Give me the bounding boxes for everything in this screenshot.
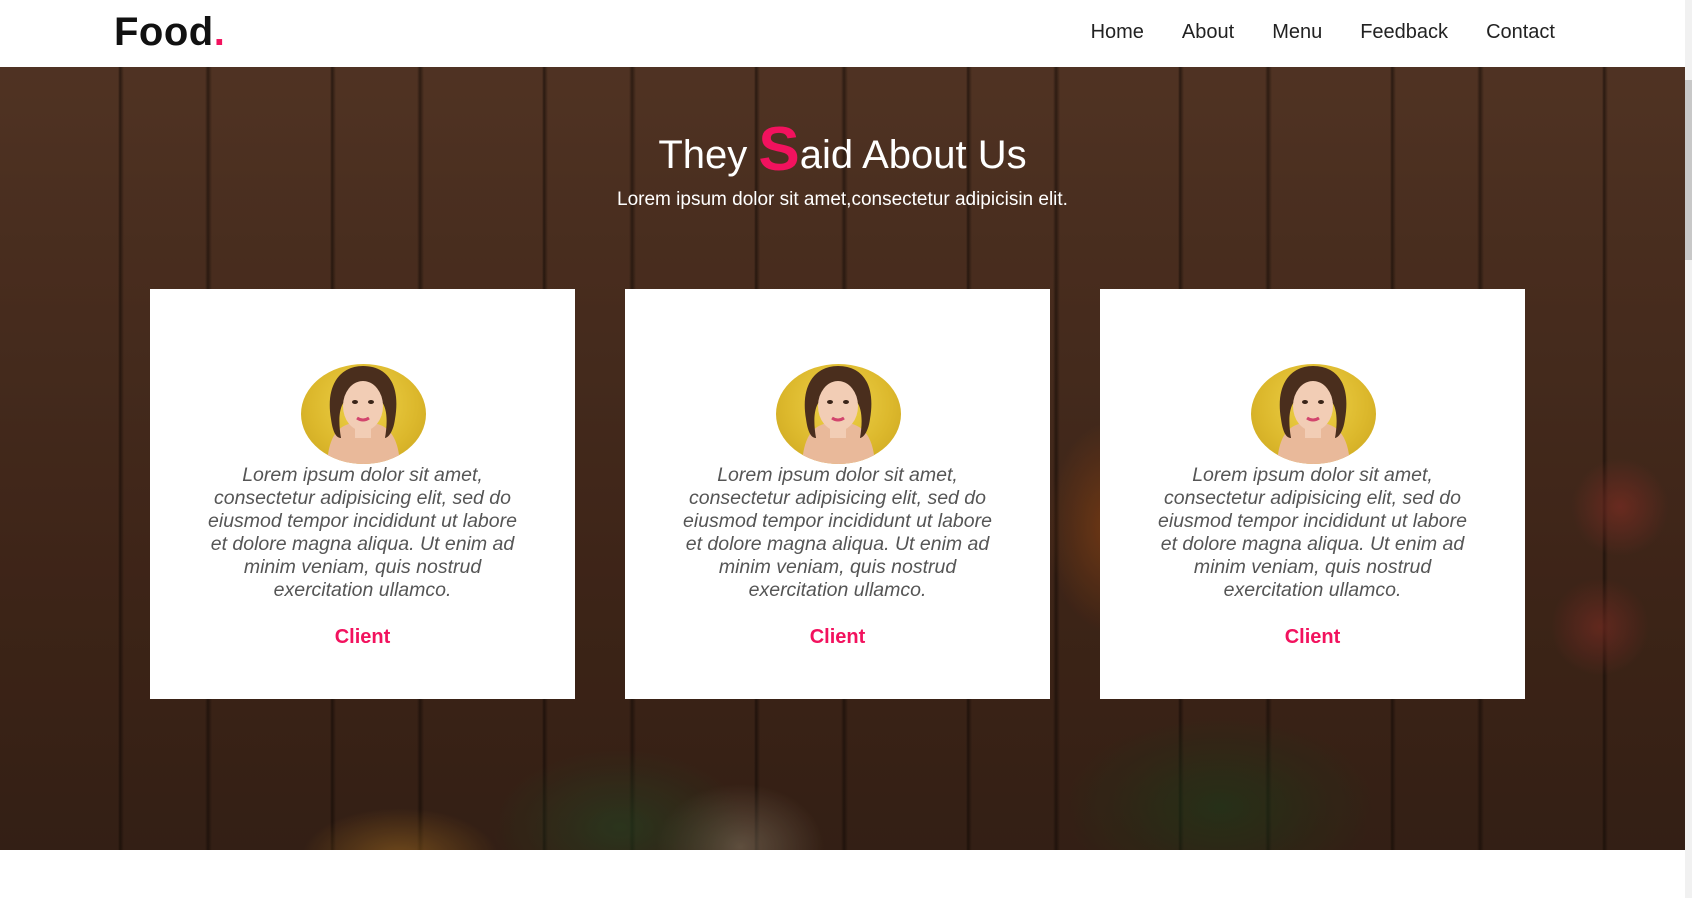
- brand-text: Food: [114, 10, 214, 54]
- avatar: [776, 364, 901, 464]
- scrollbar-thumb[interactable]: [1685, 80, 1692, 260]
- avatar-portrait-icon: [802, 366, 875, 464]
- title-accent-letter: S: [758, 115, 800, 184]
- navbar: Food. Home About Menu Feedback Contact: [0, 0, 1685, 67]
- testimonial-quote: Lorem ipsum dolor sit amet, consectetur …: [683, 464, 992, 601]
- testimonial-card: Lorem ipsum dolor sit amet, consectetur …: [625, 289, 1050, 699]
- testimonial-client-name: Client: [809, 626, 866, 648]
- page-scrollbar[interactable]: [1685, 0, 1692, 898]
- brand-dot: .: [213, 10, 226, 54]
- nav-menu[interactable]: Menu: [1272, 20, 1322, 44]
- section-title: They Said About Us: [0, 119, 1685, 181]
- testimonial-quote: Lorem ipsum dolor sit amet, consectetur …: [208, 464, 517, 601]
- nav-home[interactable]: Home: [1091, 20, 1144, 44]
- testimonial-card: Lorem ipsum dolor sit amet, consectetur …: [150, 289, 575, 699]
- section-subtitle: Lorem ipsum dolor sit amet,consectetur a…: [617, 189, 1068, 210]
- avatar: [301, 364, 426, 464]
- nav-contact[interactable]: Contact: [1486, 20, 1555, 44]
- nav-about[interactable]: About: [1182, 20, 1234, 44]
- testimonials-section: They Said About Us Lorem ipsum dolor sit…: [0, 67, 1685, 850]
- testimonial-card: Lorem ipsum dolor sit amet, consectetur …: [1100, 289, 1525, 699]
- title-before: They: [658, 133, 759, 177]
- nav-links: Home About Menu Feedback Contact: [1053, 20, 1555, 44]
- testimonial-quote: Lorem ipsum dolor sit amet, consectetur …: [1158, 464, 1467, 601]
- avatar-portrait-icon: [1277, 366, 1350, 464]
- title-after: aid About Us: [799, 133, 1027, 177]
- brand-logo[interactable]: Food.: [114, 10, 225, 54]
- testimonial-client-name: Client: [334, 626, 391, 648]
- avatar: [1251, 364, 1376, 464]
- nav-feedback[interactable]: Feedback: [1360, 20, 1448, 44]
- testimonial-client-name: Client: [1284, 626, 1341, 648]
- avatar-portrait-icon: [327, 366, 400, 464]
- testimonial-cards: Lorem ipsum dolor sit amet, consectetur …: [150, 289, 1525, 699]
